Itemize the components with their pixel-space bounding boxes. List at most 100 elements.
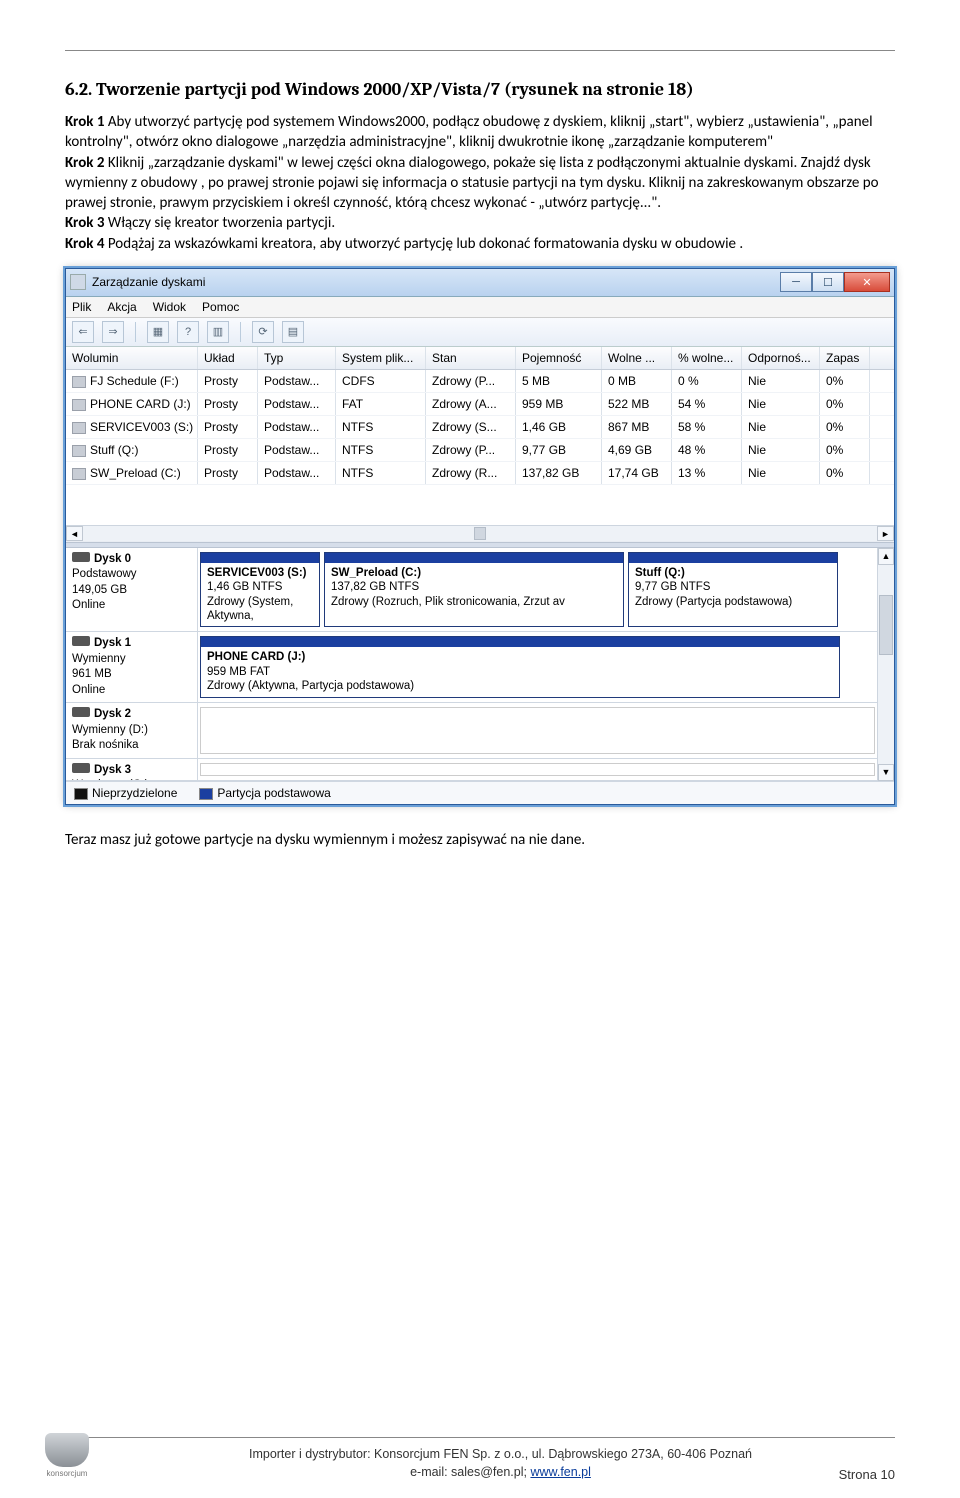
view-button[interactable]: ▦ — [147, 321, 169, 343]
forward-button[interactable]: ⇒ — [102, 321, 124, 343]
legend-primary-label: Partycja podstawowa — [217, 786, 330, 800]
table-cell: Prosty — [198, 416, 258, 438]
table-cell: NTFS — [336, 439, 426, 461]
table-cell: Prosty — [198, 439, 258, 461]
table-cell: 58 % — [672, 416, 742, 438]
step2-label: Krok 2 — [65, 154, 104, 172]
partitions: PHONE CARD (J:)959 MB FATZdrowy (Aktywna… — [198, 632, 877, 702]
table-cell: Prosty — [198, 462, 258, 484]
scroll-right-icon[interactable]: ► — [877, 526, 894, 541]
col-capacity[interactable]: Pojemność — [516, 347, 602, 369]
partition-empty[interactable] — [200, 763, 875, 776]
footer-link[interactable]: www.fen.pl — [530, 1465, 590, 1479]
back-button[interactable]: ⇐ — [72, 321, 94, 343]
partition[interactable]: SW_Preload (C:)137,82 GB NTFSZdrowy (Roz… — [324, 552, 624, 628]
menu-file[interactable]: Plik — [72, 300, 91, 314]
table-cell: Prosty — [198, 370, 258, 392]
table-row[interactable]: FJ Schedule (F:)ProstyPodstaw...CDFSZdro… — [66, 370, 894, 393]
scroll-left-icon[interactable]: ◄ — [66, 526, 83, 541]
scroll-down-icon[interactable]: ▼ — [878, 764, 894, 781]
table-cell: 137,82 GB — [516, 462, 602, 484]
step3-label: Krok 3 — [65, 214, 104, 232]
table-cell: Nie — [742, 462, 820, 484]
logo-text: konsorcjum — [47, 1469, 88, 1478]
minimize-button[interactable]: ─ — [780, 272, 812, 292]
partitions — [198, 703, 877, 758]
partition-empty[interactable] — [200, 707, 875, 754]
table-cell: 0% — [820, 462, 870, 484]
menu-view[interactable]: Widok — [153, 300, 186, 314]
disk-row: Dysk 1Wymienny961 MBOnlinePHONE CARD (J:… — [66, 632, 877, 703]
drive-icon — [72, 707, 90, 717]
menu-help[interactable]: Pomoc — [202, 300, 239, 314]
help-button[interactable]: ? — [177, 321, 199, 343]
scroll-up-icon[interactable]: ▲ — [878, 548, 894, 565]
col-volume[interactable]: Wolumin — [66, 347, 198, 369]
table-cell: Nie — [742, 439, 820, 461]
drive-icon — [72, 636, 90, 646]
col-pctfree[interactable]: % wolne... — [672, 347, 742, 369]
menu-action[interactable]: Akcja — [107, 300, 136, 314]
table-cell: Podstaw... — [258, 439, 336, 461]
app-icon — [70, 274, 86, 290]
titlebar[interactable]: Zarządzanie dyskami ─ ☐ ✕ — [66, 269, 894, 297]
table-cell: Podstaw... — [258, 370, 336, 392]
partition[interactable]: PHONE CARD (J:)959 MB FATZdrowy (Aktywna… — [200, 636, 840, 698]
legend-primary-swatch — [199, 788, 213, 800]
table-cell: Zdrowy (S... — [426, 416, 516, 438]
footer-line2-prefix: e-mail: sales@fen.pl; — [410, 1465, 530, 1479]
maximize-button[interactable]: ☐ — [812, 272, 844, 292]
table-cell: 17,74 GB — [602, 462, 672, 484]
table-cell: 867 MB — [602, 416, 672, 438]
table-row[interactable]: SERVICEV003 (S:)ProstyPodstaw...NTFSZdro… — [66, 416, 894, 439]
partition[interactable]: SERVICEV003 (S:)1,46 GB NTFSZdrowy (Syst… — [200, 552, 320, 628]
horizontal-scrollbar[interactable]: ◄ ► — [66, 525, 894, 542]
table-row[interactable]: Stuff (Q:)ProstyPodstaw...NTFSZdrowy (P.… — [66, 439, 894, 462]
scroll-thumb[interactable] — [474, 527, 486, 540]
disk-header[interactable]: Dysk 3Wymienny (G:) — [66, 759, 198, 780]
disk-row: Dysk 3Wymienny (G:) — [66, 759, 877, 781]
table-cell: Stuff (Q:) — [66, 439, 198, 461]
table-row[interactable]: SW_Preload (C:)ProstyPodstaw...NTFSZdrow… — [66, 462, 894, 485]
col-free[interactable]: Wolne ... — [602, 347, 672, 369]
table-cell: Nie — [742, 416, 820, 438]
step3-text: Włączy się kreator tworzenia partycji. — [104, 214, 335, 232]
table-cell: Zdrowy (A... — [426, 393, 516, 415]
disk-header[interactable]: Dysk 2Wymienny (D:)Brak nośnika — [66, 703, 198, 758]
drive-icon — [72, 552, 90, 562]
col-filesystem[interactable]: System plik... — [336, 347, 426, 369]
table-cell: FJ Schedule (F:) — [66, 370, 198, 392]
table-cell: CDFS — [336, 370, 426, 392]
properties-button[interactable]: ▥ — [207, 321, 229, 343]
col-layout[interactable]: Układ — [198, 347, 258, 369]
refresh-button[interactable]: ⟳ — [252, 321, 274, 343]
table-cell: SERVICEV003 (S:) — [66, 416, 198, 438]
list-button[interactable]: ▤ — [282, 321, 304, 343]
step2-text: Kliknij „zarządzanie dyskami" w lewej cz… — [65, 154, 879, 213]
table-cell: Zdrowy (R... — [426, 462, 516, 484]
partitions: SERVICEV003 (S:)1,46 GB NTFSZdrowy (Syst… — [198, 548, 877, 632]
col-status[interactable]: Stan — [426, 347, 516, 369]
toolbar: ⇐ ⇒ ▦ ? ▥ ⟳ ▤ — [66, 318, 894, 347]
vertical-scrollbar[interactable]: ▲ ▼ — [877, 548, 894, 781]
vscroll-thumb[interactable] — [879, 595, 893, 655]
col-type[interactable]: Typ — [258, 347, 336, 369]
table-cell: NTFS — [336, 416, 426, 438]
disk-header[interactable]: Dysk 0Podstawowy149,05 GBOnline — [66, 548, 198, 632]
table-cell: 0% — [820, 439, 870, 461]
table-cell: Prosty — [198, 393, 258, 415]
disk-header[interactable]: Dysk 1Wymienny961 MBOnline — [66, 632, 198, 702]
legend-unallocated-label: Nieprzydzielone — [92, 786, 177, 800]
col-overhead[interactable]: Zapas — [820, 347, 870, 369]
col-fault[interactable]: Odpornoś... — [742, 347, 820, 369]
instruction-text: Krok 1 Aby utworzyć partycję pod systeme… — [65, 112, 895, 254]
table-cell: Nie — [742, 393, 820, 415]
close-button[interactable]: ✕ — [844, 272, 890, 292]
step1-text: Aby utworzyć partycję pod systemem Windo… — [65, 113, 873, 151]
partition[interactable]: Stuff (Q:)9,77 GB NTFSZdrowy (Partycja p… — [628, 552, 838, 628]
table-cell: Zdrowy (P... — [426, 439, 516, 461]
volume-icon — [72, 422, 86, 434]
disk-management-window: Zarządzanie dyskami ─ ☐ ✕ Plik Akcja Wid… — [65, 268, 895, 805]
table-cell: NTFS — [336, 462, 426, 484]
table-row[interactable]: PHONE CARD (J:)ProstyPodstaw...FATZdrowy… — [66, 393, 894, 416]
